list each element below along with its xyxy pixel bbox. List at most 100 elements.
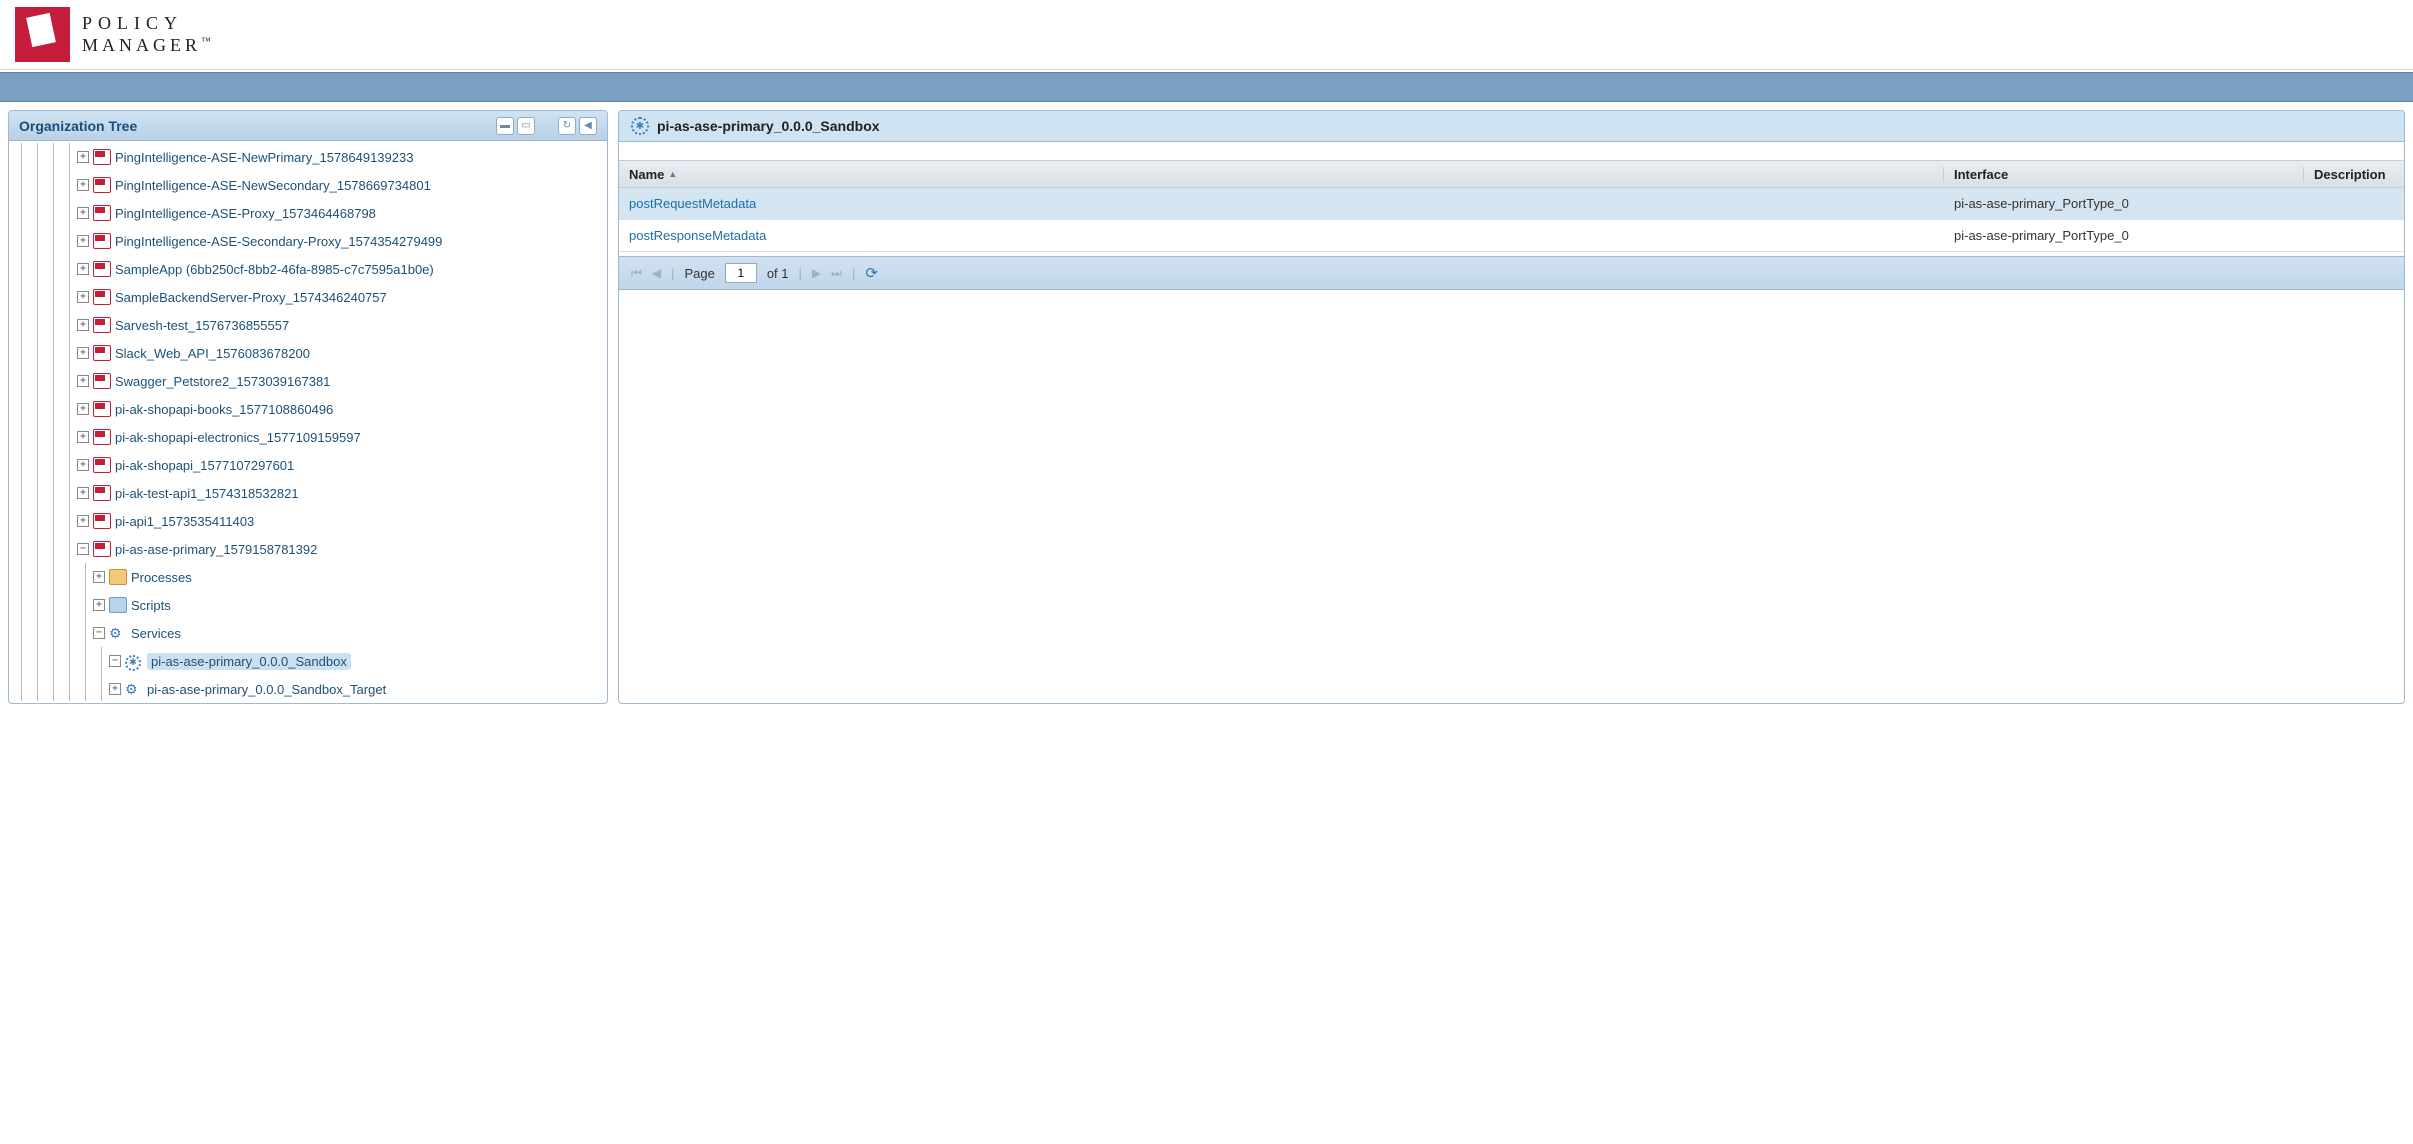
table-row[interactable]: postRequestMetadatapi-as-ase-primary_Por… (619, 188, 2404, 220)
tree-node-label[interactable]: PingIntelligence-ASE-NewSecondary_157866… (115, 178, 431, 193)
page-label: Page (684, 266, 714, 281)
column-interface[interactable]: Interface (1944, 167, 2304, 182)
api-icon (93, 485, 111, 501)
next-page-button[interactable]: ▶ (812, 266, 821, 280)
tree-toggle[interactable]: + (77, 151, 89, 163)
tree-node[interactable]: + SampleApp (6bb250cf-8bb2-46fa-8985-c7c7… (9, 255, 607, 283)
pager: ⏮ ◀ | Page of 1 | ▶ ⏭ | ⟳ (619, 256, 2404, 290)
api-icon (93, 429, 111, 445)
gear-icon: ⚙ (125, 681, 143, 697)
tree-node[interactable]: + PingIntelligence-ASE-Proxy_157346446879… (9, 199, 607, 227)
page-input[interactable] (725, 263, 757, 283)
operation-name-cell[interactable]: postResponseMetadata (619, 228, 1944, 243)
tree-node[interactable]: + pi-ak-shopapi-books_1577108860496 (9, 395, 607, 423)
tree-node[interactable]: + PingIntelligence-ASE-NewSecondary_15786… (9, 171, 607, 199)
tree-node-label[interactable]: pi-ak-test-api1_1574318532821 (115, 486, 299, 501)
api-icon (93, 177, 111, 193)
tree-node-label[interactable]: pi-ak-shopapi-books_1577108860496 (115, 402, 333, 417)
toggle-panel-button[interactable]: ◀ (579, 117, 597, 135)
tree-toggle[interactable]: + (93, 599, 105, 611)
tree-node[interactable]: + Slack_Web_API_1576083678200 (9, 339, 607, 367)
api-icon (93, 401, 111, 417)
tree-node[interactable]: −⚙ Services (9, 619, 607, 647)
grid-header: Name ▲ Interface Description (619, 160, 2404, 188)
table-row[interactable]: postResponseMetadatapi-as-ase-primary_Po… (619, 220, 2404, 252)
tree-node-label[interactable]: SampleBackendServer-Proxy_1574346240757 (115, 290, 387, 305)
tree-toggle[interactable]: + (77, 347, 89, 359)
tree-node-label[interactable]: PingIntelligence-ASE-Secondary-Proxy_157… (115, 234, 442, 249)
sort-ascending-icon: ▲ (668, 169, 677, 179)
tree-toggle[interactable]: + (77, 263, 89, 275)
tree-node-label[interactable]: PingIntelligence-ASE-Proxy_1573464468798 (115, 206, 376, 221)
tree-toggle[interactable]: − (77, 543, 89, 555)
refresh-grid-button[interactable]: ⟳ (865, 264, 878, 282)
tree-node[interactable]: + PingIntelligence-ASE-Secondary-Proxy_15… (9, 227, 607, 255)
tree-node-label[interactable]: Sarvesh-test_1576736855557 (115, 318, 289, 333)
tree-node[interactable]: + ⚙ pi-as-ase-primary_0.0.0_Sandbox_Target (9, 675, 607, 701)
api-icon (93, 149, 111, 165)
api-icon (93, 317, 111, 333)
tree-node[interactable]: −✱pi-as-ase-primary_0.0.0_Sandbox (9, 647, 607, 675)
detail-title: pi-as-ase-primary_0.0.0_Sandbox (657, 118, 880, 134)
tree-toggle[interactable]: + (109, 683, 121, 695)
tree-node-label[interactable]: pi-as-ase-primary_1579158781392 (115, 542, 317, 557)
collapse-all-button[interactable]: ▬ (496, 117, 514, 135)
api-icon (93, 345, 111, 361)
first-page-button[interactable]: ⏮ (631, 266, 642, 281)
interface-cell: pi-as-ase-primary_PortType_0 (1944, 196, 2304, 211)
tree-node-label[interactable]: pi-as-ase-primary_0.0.0_Sandbox (147, 653, 351, 670)
tree-node-label[interactable]: Services (131, 626, 181, 641)
column-name[interactable]: Name ▲ (619, 167, 1944, 182)
tree-body[interactable]: + PingIntelligence-ASE-NewPrimary_1578649… (9, 141, 607, 701)
tree-toggle[interactable]: − (109, 655, 121, 667)
folder-icon (109, 569, 127, 585)
api-icon (93, 289, 111, 305)
last-page-button[interactable]: ⏭ (831, 266, 842, 281)
tree-node-label[interactable]: Swagger_Petstore2_1573039167381 (115, 374, 330, 389)
tree-node[interactable]: − pi-as-ase-primary_1579158781392 (9, 535, 607, 563)
organization-tree-title: Organization Tree (19, 118, 137, 134)
tree-node-label[interactable]: Scripts (131, 598, 171, 613)
tree-node-label[interactable]: SampleApp (6bb250cf-8bb2-46fa-8985-c7c75… (115, 262, 434, 277)
tree-node[interactable]: + Sarvesh-test_1576736855557 (9, 311, 607, 339)
tree-node-label[interactable]: Processes (131, 570, 192, 585)
expand-all-button[interactable]: ▭ (517, 117, 535, 135)
tree-toggle[interactable]: + (77, 515, 89, 527)
tree-node[interactable]: + PingIntelligence-ASE-NewPrimary_1578649… (9, 143, 607, 171)
tree-node[interactable]: + pi-ak-shopapi-electronics_1577109159597 (9, 423, 607, 451)
tree-node-label[interactable]: pi-ak-shopapi_1577107297601 (115, 458, 294, 473)
tree-node[interactable]: + pi-api1_1573535411403 (9, 507, 607, 535)
tree-toggle[interactable]: + (77, 179, 89, 191)
tree-node[interactable]: + Processes (9, 563, 607, 591)
tree-node-label[interactable]: pi-as-ase-primary_0.0.0_Sandbox_Target (147, 682, 386, 697)
tree-node[interactable]: + Scripts (9, 591, 607, 619)
tree-node-label[interactable]: Slack_Web_API_1576083678200 (115, 346, 310, 361)
tree-node[interactable]: + SampleBackendServer-Proxy_1574346240757 (9, 283, 607, 311)
nav-band (0, 72, 2413, 102)
column-description[interactable]: Description (2304, 167, 2404, 182)
operation-name-cell[interactable]: postRequestMetadata (619, 196, 1944, 211)
tree-toggle[interactable]: + (77, 319, 89, 331)
tree-toggle[interactable]: + (77, 431, 89, 443)
tree-toggle[interactable]: + (77, 235, 89, 247)
tree-node[interactable]: + pi-ak-test-api1_1574318532821 (9, 479, 607, 507)
tree-toggle[interactable]: + (93, 571, 105, 583)
tree-toggle[interactable]: + (77, 207, 89, 219)
tree-toggle[interactable]: − (93, 627, 105, 639)
tree-node-label[interactable]: PingIntelligence-ASE-NewPrimary_15786491… (115, 150, 413, 165)
tree-toggle[interactable]: + (77, 291, 89, 303)
tree-node-label[interactable]: pi-ak-shopapi-electronics_1577109159597 (115, 430, 361, 445)
tree-toggle[interactable]: + (77, 487, 89, 499)
tree-node-label[interactable]: pi-api1_1573535411403 (115, 514, 254, 529)
prev-page-button[interactable]: ◀ (652, 266, 661, 280)
script-icon (109, 597, 127, 613)
refresh-tree-button[interactable]: ↻ (558, 117, 576, 135)
tree-toggle[interactable]: + (77, 403, 89, 415)
tree-toggle[interactable]: + (77, 375, 89, 387)
gear-icon: ⚙ (109, 625, 127, 641)
tree-node[interactable]: + Swagger_Petstore2_1573039167381 (9, 367, 607, 395)
api-icon (93, 261, 111, 277)
tree-node[interactable]: + pi-ak-shopapi_1577107297601 (9, 451, 607, 479)
app-title-line1: POLICY (82, 13, 211, 35)
tree-toggle[interactable]: + (77, 459, 89, 471)
